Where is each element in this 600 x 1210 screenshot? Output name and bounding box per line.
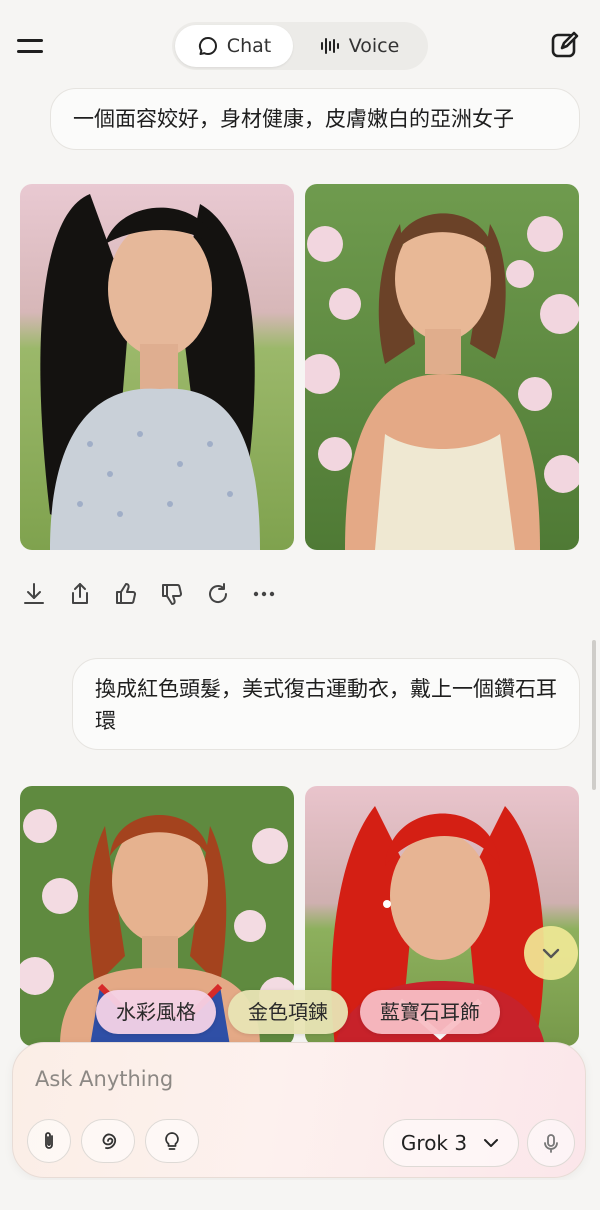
more-icon[interactable]: [248, 578, 280, 610]
swirl-icon: [102, 1133, 117, 1150]
deepsearch-button[interactable]: [81, 1119, 135, 1163]
user-message-1: 一個面容姣好，身材健康，皮膚嫩白的亞洲女子: [50, 88, 580, 150]
model-selector-label: Grok 3: [400, 1131, 468, 1155]
scrollbar[interactable]: [592, 640, 596, 790]
new-chat-icon[interactable]: [548, 28, 582, 62]
scroll-to-bottom-button[interactable]: [524, 926, 578, 980]
suggestion-chip-watercolor[interactable]: 水彩風格: [96, 990, 216, 1034]
regenerate-icon[interactable]: [202, 578, 234, 610]
thumbs-up-icon[interactable]: [110, 578, 142, 610]
think-button[interactable]: [145, 1119, 199, 1163]
suggestion-chip-gold-necklace[interactable]: 金色項鍊: [228, 990, 348, 1034]
response-actions: [18, 576, 280, 612]
mode-toggle: Chat Voice: [172, 22, 428, 70]
ask-input[interactable]: [35, 1061, 555, 1097]
user-message-1-text: 一個面容姣好，身材健康，皮膚嫩白的亞洲女子: [73, 107, 514, 131]
thumbs-down-icon[interactable]: [156, 578, 188, 610]
paperclip-icon: [45, 1132, 53, 1149]
chevron-down-icon: [542, 948, 560, 959]
lightbulb-icon: [165, 1132, 179, 1150]
top-bar: Chat Voice: [0, 0, 600, 88]
generated-image-1[interactable]: [20, 184, 294, 550]
tab-voice[interactable]: Voice: [293, 25, 425, 67]
model-selector[interactable]: Grok 3: [383, 1119, 519, 1167]
user-message-2-text: 換成紅色頭髮，美式復古運動衣，戴上一個鑽石耳環: [95, 677, 557, 733]
attach-button[interactable]: [27, 1119, 71, 1163]
suggestion-chip-sapphire-earring[interactable]: 藍寶石耳飾: [360, 990, 500, 1034]
microphone-button[interactable]: [527, 1119, 575, 1167]
tab-chat[interactable]: Chat: [175, 25, 293, 67]
chevron-down-icon: [484, 1139, 499, 1147]
menu-icon[interactable]: [12, 28, 48, 64]
download-icon[interactable]: [18, 578, 50, 610]
voice-waveform-icon: [320, 38, 339, 54]
bottom-safe-area: [0, 1180, 600, 1210]
tab-chat-label: Chat: [226, 35, 272, 57]
generated-image-2[interactable]: [305, 184, 579, 550]
microphone-icon: [544, 1134, 558, 1153]
tab-voice-label: Voice: [348, 35, 400, 57]
chat-bubble-icon: [198, 36, 217, 55]
composer: Grok 3: [12, 1042, 586, 1178]
user-message-2: 換成紅色頭髮，美式復古運動衣，戴上一個鑽石耳環: [72, 658, 580, 750]
share-icon[interactable]: [64, 578, 96, 610]
